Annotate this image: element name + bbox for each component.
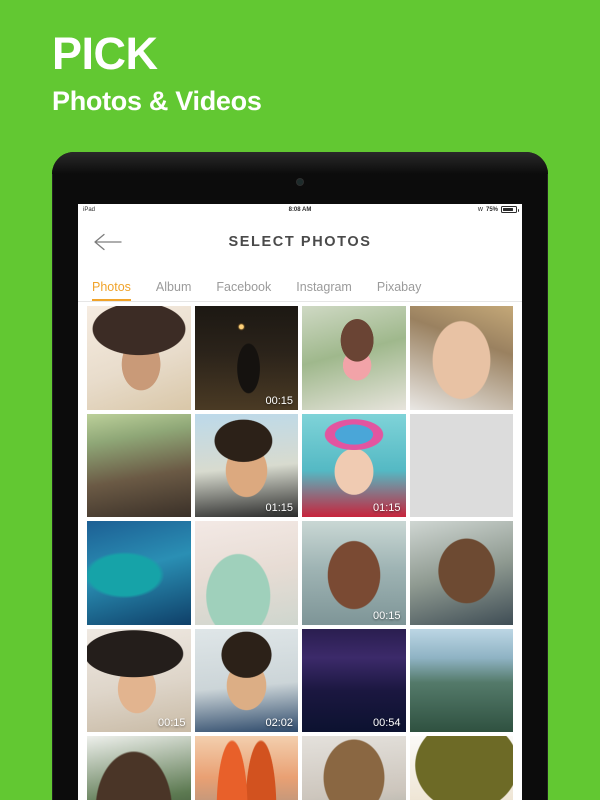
- photo-grid-item[interactable]: 01:15: [302, 413, 406, 517]
- status-time: 8:08 AM: [288, 207, 312, 213]
- woman-in-wide-brim-hat-thumbnail: [87, 306, 191, 410]
- photo-grid-item[interactable]: 02:02: [194, 628, 298, 732]
- person-with-braided-hair-thumbnail: [87, 736, 191, 800]
- photo-grid-item[interactable]: [87, 521, 191, 625]
- photo-grid-item[interactable]: [87, 306, 191, 410]
- tab-album[interactable]: Album: [156, 280, 191, 301]
- woman-with-colorful-cap-red-hair-thumbnail: [302, 413, 406, 517]
- photo-grid-item[interactable]: [194, 521, 298, 625]
- photo-grid-item[interactable]: [409, 628, 513, 732]
- photo-grid-item[interactable]: [409, 736, 513, 800]
- device-screen: iPad 8:08 AM w 75% SELECT PHOTOS Photos …: [78, 204, 522, 800]
- photo-grid-item[interactable]: 01:15: [194, 413, 298, 517]
- photo-grid: 00:15 01:15 01:15 00:15 00:15 02:02 00:54: [78, 306, 522, 800]
- sunset-through-rock-arch-thumbnail: [410, 414, 514, 518]
- bearded-man-in-plaid-thumbnail: [409, 521, 513, 625]
- page-title: SELECT PHOTOS: [228, 234, 372, 250]
- promo-subtitle: Photos & Videos: [52, 86, 262, 117]
- woman-making-kiss-face-thumbnail: [409, 306, 513, 410]
- photo-grid-item[interactable]: [302, 736, 406, 800]
- bluetooth-icon: w: [477, 206, 483, 213]
- photo-grid-item[interactable]: [302, 306, 406, 410]
- woman-in-water-thumbnail: [302, 521, 406, 625]
- photo-grid-item[interactable]: 00:15: [87, 628, 191, 732]
- camera-dot-icon: [297, 179, 303, 185]
- photo-grid-item[interactable]: 00:15: [194, 306, 298, 410]
- city-skyline-at-night-thumbnail: [302, 628, 406, 732]
- photo-grid-item[interactable]: [194, 736, 298, 800]
- photo-grid-item[interactable]: [409, 521, 513, 625]
- bearded-man-with-glasses-thumbnail: [194, 628, 298, 732]
- tab-pixabay[interactable]: Pixabay: [377, 280, 421, 301]
- woman-in-sports-bra-with-towel-thumbnail: [302, 306, 406, 410]
- status-bar: iPad 8:08 AM w 75%: [78, 204, 522, 216]
- photo-grid-scroll-area[interactable]: 00:15 01:15 01:15 00:15 00:15 02:02 00:54: [78, 302, 522, 800]
- status-carrier: iPad: [83, 207, 96, 213]
- tablet-device-frame: iPad 8:08 AM w 75% SELECT PHOTOS Photos …: [52, 152, 548, 800]
- photo-grid-item[interactable]: 00:54: [302, 628, 406, 732]
- woman-in-black-hat-thumbnail: [87, 628, 191, 732]
- battery-percent: 75%: [485, 206, 498, 213]
- photo-grid-item[interactable]: [409, 306, 513, 410]
- photo-grid-item[interactable]: 00:15: [302, 521, 406, 625]
- tab-instagram[interactable]: Instagram: [296, 280, 352, 301]
- promo-title: PICK: [52, 28, 158, 79]
- tab-facebook[interactable]: Facebook: [216, 280, 271, 301]
- battery-fill: [503, 208, 514, 211]
- status-right-group: w 75%: [477, 206, 519, 213]
- woman-with-short-hair-thumbnail: [302, 736, 406, 800]
- photo-grid-item[interactable]: [87, 413, 191, 517]
- source-tab-bar: Photos Album Facebook Instagram Pixabay: [78, 268, 522, 302]
- woman-holding-green-skirt-thumbnail: [194, 521, 298, 625]
- device-bezel-highlight: [52, 152, 548, 174]
- woman-in-olive-hat-thumbnail: [409, 736, 513, 800]
- couple-silhouette-at-sunset-thumbnail: [194, 736, 298, 800]
- man-with-fade-haircut-thumbnail: [194, 413, 298, 517]
- battery-icon: [501, 206, 519, 213]
- people-at-outdoor-cafe-thumbnail: [87, 413, 191, 517]
- back-arrow-icon[interactable]: [92, 229, 124, 255]
- promo-screenshot: PICK Photos & Videos iPad 8:08 AM w 75%: [0, 0, 600, 800]
- woman-photographing-valley-thumbnail: [409, 628, 513, 732]
- photo-grid-item[interactable]: [409, 413, 514, 518]
- tab-photos[interactable]: Photos: [92, 280, 131, 301]
- woman-with-sparks-at-night-thumbnail: [194, 306, 298, 410]
- nav-bar: SELECT PHOTOS: [78, 216, 522, 268]
- photo-grid-item[interactable]: [87, 736, 191, 800]
- promo-text-block: PICK Photos & Videos: [52, 30, 262, 117]
- surfer-riding-wave-thumbnail: [87, 521, 191, 625]
